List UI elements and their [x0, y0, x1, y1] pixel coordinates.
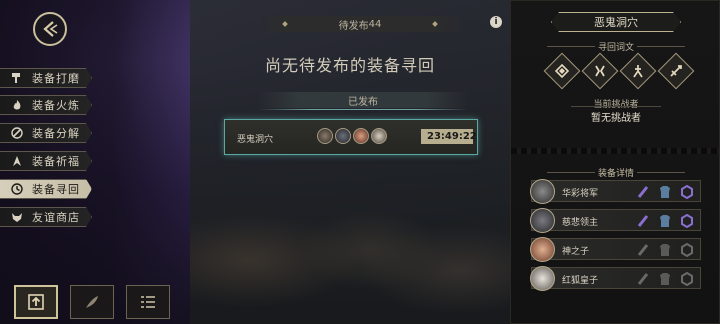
sword-rune-icon	[670, 65, 682, 77]
section-divider	[511, 148, 720, 154]
entry-title: 恶鬼洞穴	[237, 135, 274, 145]
back-arrow-icon	[43, 21, 58, 37]
equipment-row[interactable]: 神之子	[530, 237, 701, 262]
menu-item-label: 装备分解	[32, 127, 80, 140]
hammer-icon	[8, 72, 26, 84]
menu-item-smelt[interactable]: 装备火炼	[0, 95, 92, 115]
equip-slots	[636, 184, 694, 199]
hero-avatar	[530, 208, 555, 233]
accessory-slot-icon[interactable]	[680, 184, 694, 199]
equip-slots	[636, 271, 694, 286]
published-label: 已发布	[348, 96, 378, 108]
accessory-slot-icon[interactable]	[680, 271, 694, 286]
pending-label: 待发布	[338, 20, 369, 32]
list-icon	[141, 296, 155, 308]
weapon-slot-icon[interactable]	[636, 271, 650, 286]
menu-item-label: 装备打磨	[32, 72, 80, 85]
published-entry-card[interactable]: 恶鬼洞穴 23:49:22	[224, 119, 478, 155]
equip-slots	[636, 242, 694, 257]
weapon-slot-icon[interactable]	[636, 184, 650, 199]
fox-shop-icon	[8, 211, 26, 223]
disassemble-icon	[8, 127, 26, 139]
equip-section-label: 装备详情	[511, 166, 720, 179]
hero-avatar	[530, 179, 555, 204]
challenger-portraits	[317, 128, 387, 144]
hero-name: 红狐皇子	[562, 276, 599, 286]
hero-name: 神之子	[562, 247, 590, 257]
challenger-divider	[571, 106, 661, 107]
armor-slot-icon[interactable]	[658, 184, 672, 199]
hero-name: 华彩将军	[562, 189, 599, 199]
accessory-slot-icon[interactable]	[680, 242, 694, 257]
split-rune-icon	[595, 65, 605, 77]
menu-item-disassemble[interactable]: 装备分解	[0, 123, 92, 143]
challenger-value: 暂无挑战者	[591, 113, 641, 124]
back-button[interactable]	[33, 12, 67, 46]
feather-button[interactable]	[70, 285, 114, 319]
portrait-avatar	[371, 128, 387, 144]
accessory-slot-icon[interactable]	[680, 213, 694, 228]
equipment-row[interactable]: 慈悲领主	[530, 208, 701, 233]
countdown-timer: 23:49:22	[421, 129, 477, 144]
affix-slot[interactable]	[619, 52, 657, 90]
hero-avatar	[530, 237, 555, 262]
published-underline	[258, 109, 468, 110]
portrait-avatar	[317, 128, 333, 144]
menu-item-label: 装备寻回	[32, 183, 80, 196]
menu-item-label: 装备火炼	[32, 99, 80, 112]
armor-slot-icon[interactable]	[658, 213, 672, 228]
scene-silhouettes	[190, 150, 510, 324]
hero-name: 慈悲领主	[562, 218, 599, 228]
affix-slot[interactable]	[657, 52, 695, 90]
menu-item-polish[interactable]: 装备打磨	[0, 68, 92, 88]
armor-slot-icon[interactable]	[658, 271, 672, 286]
pending-banner: 待发布 44	[255, 16, 465, 32]
menu-item-label: 装备祈福	[32, 155, 80, 168]
menu-item-friendship-shop[interactable]: 友谊商店	[0, 207, 92, 227]
menu-item-retrieve[interactable]: 装备寻回	[0, 179, 92, 199]
weapon-slot-icon[interactable]	[636, 242, 650, 257]
retrieve-icon	[8, 183, 26, 195]
list-button[interactable]	[126, 285, 170, 319]
affix-row	[543, 52, 695, 90]
hero-avatar	[530, 266, 555, 291]
right-panel: 恶鬼洞穴 寻回词文 当前挑战者 暂无挑战者 装备详情 华彩将军 慈悲领主 神之子…	[510, 0, 720, 324]
equipment-row[interactable]: 华彩将军	[530, 179, 701, 204]
timer-value: 23:49:22	[427, 131, 477, 142]
weapon-slot-icon[interactable]	[636, 213, 650, 228]
affix-slot[interactable]	[543, 52, 581, 90]
upload-button[interactable]	[14, 285, 58, 319]
armor-slot-icon[interactable]	[658, 242, 672, 257]
feather-icon	[86, 296, 98, 308]
dungeon-title: 恶鬼洞穴	[551, 12, 681, 32]
figure-rune-icon	[633, 65, 643, 78]
info-icon[interactable]: i	[490, 16, 502, 28]
affix-section-label: 寻回词文	[511, 40, 720, 53]
menu-item-label: 友谊商店	[32, 211, 80, 224]
equipment-row[interactable]: 红狐皇子	[530, 266, 701, 291]
empty-message: 尚无待发布的装备寻回	[264, 56, 435, 75]
left-panel: 装备打磨 装备火炼 装备分解 装备祈福 装备寻回 友谊商店	[0, 0, 190, 324]
upload-icon	[28, 294, 44, 310]
diamond-rune-icon	[555, 64, 569, 78]
affix-slot[interactable]	[581, 52, 619, 90]
equip-slots	[636, 213, 694, 228]
flame-icon	[8, 99, 26, 111]
blessing-icon	[8, 155, 26, 167]
menu-item-blessing[interactable]: 装备祈福	[0, 151, 92, 171]
portrait-avatar	[335, 128, 351, 144]
portrait-avatar	[353, 128, 369, 144]
banner-ornament	[282, 21, 288, 27]
published-header: 已发布	[258, 92, 468, 110]
pending-count: 44	[368, 18, 382, 30]
banner-ornament	[432, 21, 438, 27]
